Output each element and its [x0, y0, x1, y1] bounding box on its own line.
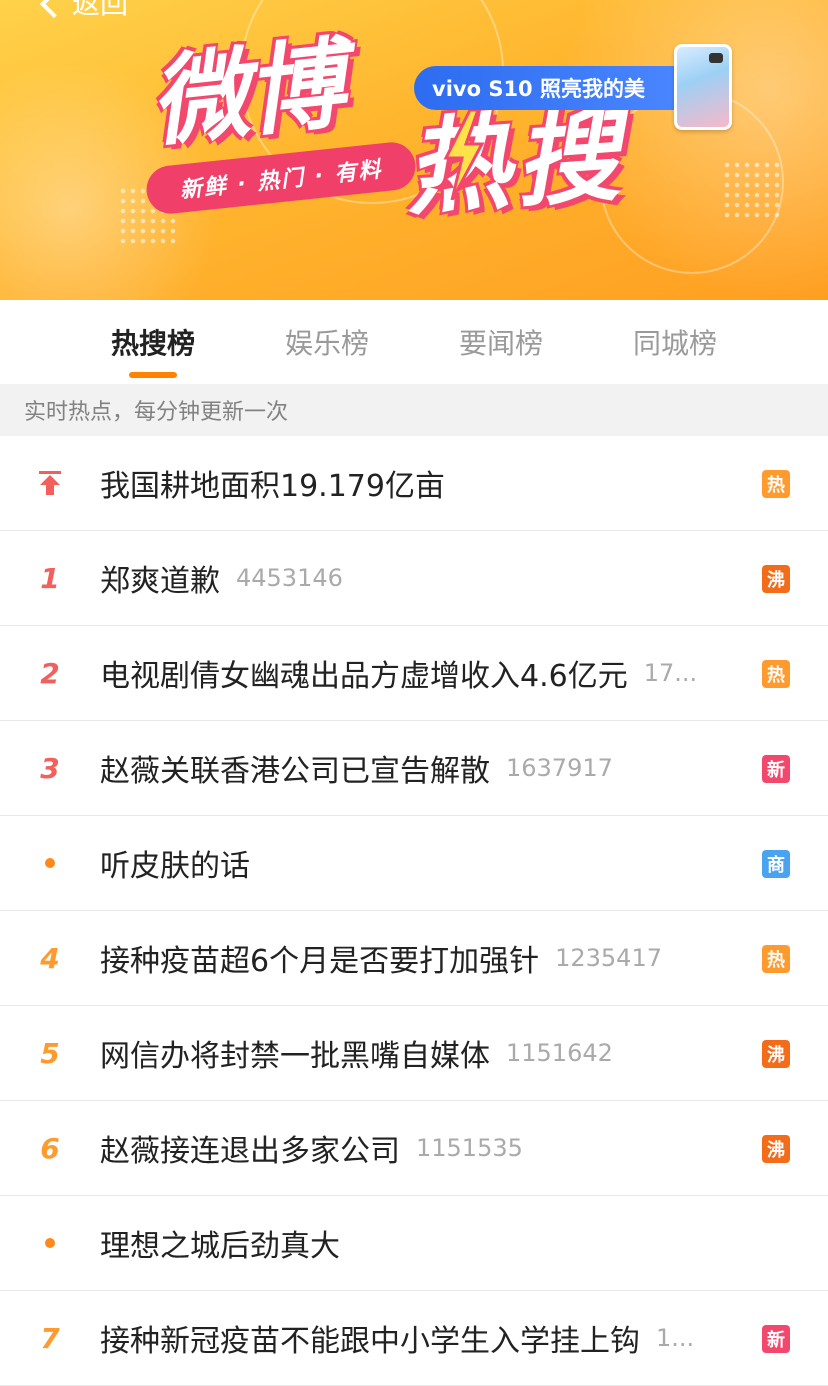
item-count: 1235417 — [555, 944, 662, 972]
tab-label-news: 要闻榜 — [458, 327, 543, 360]
hot-search-banner: 返回 微博 新鲜 · 热门 · 有料 热搜 vivo S10 照亮我的美 — [0, 0, 828, 300]
active-tab-indicator — [129, 372, 177, 378]
hot-badge: 热 — [762, 660, 790, 688]
tab-label-hot: 热搜榜 — [110, 327, 195, 360]
camera-icon — [709, 53, 723, 63]
rank-number: 6 — [40, 1131, 60, 1165]
tab-local[interactable]: 同城榜 — [616, 300, 734, 384]
business-badge: 商 — [762, 850, 790, 878]
list-item[interactable]: 4 接种疫苗超6个月是否要打加强针 1235417 热 — [0, 911, 828, 1006]
back-label: 返回 — [72, 0, 129, 20]
item-count: 1151642 — [506, 1039, 613, 1067]
dot-icon — [0, 1238, 100, 1248]
new-badge: 新 — [762, 755, 790, 783]
item-title: 听皮肤的话 — [100, 849, 250, 884]
tab-bar: 热搜榜 娱乐榜 要闻榜 同城榜 — [0, 300, 828, 384]
sponsor-text: vivo S10 照亮我的美 — [432, 77, 645, 101]
tab-label-entertainment: 娱乐榜 — [284, 327, 369, 360]
pin-top-icon — [0, 470, 100, 496]
list-item[interactable]: 5 网信办将封禁一批黑嘴自媒体 1151642 沸 — [0, 1006, 828, 1101]
rank-number: 1 — [40, 561, 60, 595]
list-item[interactable]: 2 电视剧倩女幽魂出品方虚增收入4.6亿元 17... 热 — [0, 626, 828, 721]
item-title: 网信办将封禁一批黑嘴自媒体 — [100, 1039, 490, 1074]
item-title: 电视剧倩女幽魂出品方虚增收入4.6亿元 — [100, 659, 628, 694]
item-title: 赵薇接连退出多家公司 — [100, 1134, 400, 1169]
boil-badge: 沸 — [762, 1040, 790, 1068]
hot-badge: 热 — [762, 470, 790, 498]
item-count: 1151535 — [416, 1134, 523, 1162]
item-title: 理想之城后劲真大 — [100, 1229, 340, 1264]
list-item[interactable]: 3 赵薇关联香港公司已宣告解散 1637917 新 — [0, 721, 828, 816]
boil-badge: 沸 — [762, 1135, 790, 1163]
tab-hot-search-list[interactable]: 热搜榜 — [94, 300, 212, 384]
realtime-subheader: 实时热点，每分钟更新一次 — [0, 384, 828, 436]
list-item[interactable]: 6 赵薇接连退出多家公司 1151535 沸 — [0, 1101, 828, 1196]
rank-number: 5 — [40, 1036, 60, 1070]
rank-number: 2 — [40, 656, 60, 690]
item-title: 赵薇关联香港公司已宣告解散 — [100, 754, 490, 789]
list-item[interactable]: 1 郑爽道歉 4453146 沸 — [0, 531, 828, 626]
item-count: 4453146 — [236, 564, 343, 592]
back-button[interactable]: 返回 — [39, 0, 129, 22]
item-count: 1637917 — [506, 754, 613, 782]
chevron-left-icon — [39, 0, 69, 19]
item-title: 郑爽道歉 — [100, 564, 220, 599]
item-count: 17... — [643, 659, 698, 687]
sponsor-ad[interactable]: vivo S10 照亮我的美 — [414, 66, 684, 110]
item-title: 接种新冠疫苗不能跟中小学生入学挂上钩 — [100, 1324, 640, 1359]
lightning-icon — [443, 110, 485, 200]
rank-number: 7 — [40, 1321, 60, 1355]
rank-number: 3 — [40, 751, 60, 785]
dot-icon — [0, 858, 100, 868]
new-badge: 新 — [762, 1325, 790, 1353]
item-title: 我国耕地面积19.179亿亩 — [100, 469, 445, 504]
phone-image — [674, 44, 732, 130]
banner-dots — [722, 160, 782, 220]
hot-badge: 热 — [762, 945, 790, 973]
item-count: 1... — [656, 1324, 695, 1352]
item-title: 接种疫苗超6个月是否要打加强针 — [100, 944, 540, 979]
boil-badge: 沸 — [762, 565, 790, 593]
tab-label-local: 同城榜 — [632, 327, 717, 360]
tab-news[interactable]: 要闻榜 — [442, 300, 560, 384]
list-item[interactable]: 我国耕地面积19.179亿亩 热 — [0, 436, 828, 531]
list-item[interactable]: 7 接种新冠疫苗不能跟中小学生入学挂上钩 1... 新 — [0, 1291, 828, 1386]
list-item-promoted[interactable]: 听皮肤的话 商 — [0, 816, 828, 911]
hot-search-list: 我国耕地面积19.179亿亩 热 1 郑爽道歉 4453146 沸 2 电视剧倩… — [0, 436, 828, 1386]
rank-number: 4 — [40, 941, 60, 975]
list-item-promoted[interactable]: 理想之城后劲真大 — [0, 1196, 828, 1291]
tab-entertainment[interactable]: 娱乐榜 — [268, 300, 386, 384]
